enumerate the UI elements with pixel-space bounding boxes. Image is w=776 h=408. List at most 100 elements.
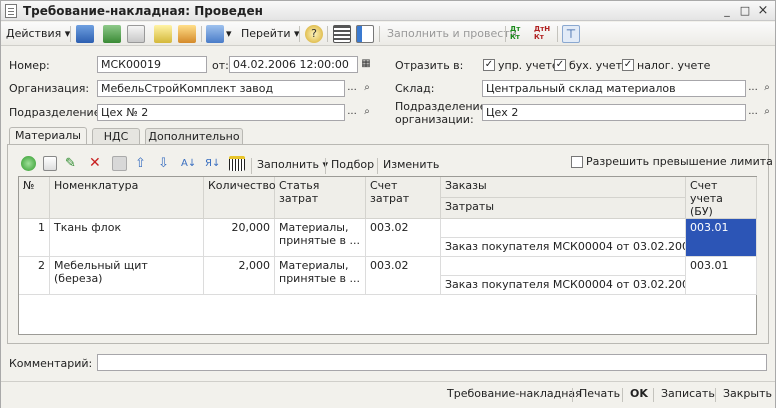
calendar-icon[interactable]: ▦ bbox=[359, 56, 373, 73]
table-cell-cost-item[interactable]: Материалы, принятые в ... bbox=[275, 219, 366, 257]
column-header-orders[interactable]: Заказы bbox=[441, 177, 686, 198]
organization-label: Организация: bbox=[9, 82, 90, 95]
tax-accounting-checkbox[interactable]: ✓ bbox=[622, 59, 634, 71]
table-cell-costs[interactable]: Заказ покупателя МСК00004 от 03.02.2006 … bbox=[441, 238, 686, 257]
move-up-icon[interactable]: ⇧ bbox=[135, 156, 150, 171]
invoice-print-form-button[interactable]: Требование-накладная bbox=[447, 387, 582, 400]
allow-exceed-limit-label: Разрешить превышение лимита bbox=[586, 155, 773, 168]
column-header-account-line2: (БУ) bbox=[690, 205, 713, 218]
tab-materials[interactable]: Материалы bbox=[9, 127, 87, 145]
new-document-icon[interactable] bbox=[76, 25, 94, 43]
organization-field[interactable]: МебельСтройКомплект завод bbox=[97, 80, 345, 97]
column-header-nomenclature[interactable]: Номенклатура bbox=[50, 177, 204, 219]
search-icon[interactable]: ⌕ bbox=[760, 104, 774, 121]
column-header-costs[interactable]: Затраты bbox=[441, 198, 686, 219]
change-button[interactable]: Изменить bbox=[383, 158, 439, 171]
select-button[interactable]: Подбор bbox=[331, 158, 374, 171]
document-icon bbox=[5, 4, 17, 18]
number-field[interactable]: МСК00019 bbox=[97, 56, 207, 73]
cost-item-line1: Материалы, bbox=[279, 259, 349, 272]
mgmt-accounting-checkbox[interactable]: ✓ bbox=[483, 59, 495, 71]
fill-and-post-button[interactable]: Заполнить и провести bbox=[387, 24, 517, 44]
search-icon[interactable]: ⌕ bbox=[360, 80, 374, 97]
tab-vat[interactable]: НДС bbox=[92, 128, 140, 145]
structure-icon[interactable] bbox=[333, 25, 351, 43]
table-cell-quantity[interactable]: 2,000 bbox=[204, 257, 275, 295]
table-cell-nomenclature[interactable]: Ткань флок bbox=[50, 219, 204, 257]
goto-menu[interactable]: Перейти ▾ bbox=[241, 24, 300, 44]
toolbar-separator bbox=[70, 26, 71, 42]
dt-kt-button[interactable]: Дт Кт bbox=[510, 25, 520, 45]
unpost-document-icon[interactable] bbox=[178, 25, 196, 43]
toolbar-separator bbox=[299, 26, 300, 42]
edit-row-icon[interactable]: ✎ bbox=[65, 156, 80, 171]
close-form-button[interactable]: Закрыть bbox=[723, 387, 772, 400]
department-select-button[interactable]: ... bbox=[345, 104, 359, 121]
refresh-icon[interactable] bbox=[103, 25, 121, 43]
table-cell-nomenclature[interactable]: Мебельный щит (береза) bbox=[50, 257, 204, 295]
allow-exceed-limit-checkbox[interactable] bbox=[571, 156, 583, 168]
bookkeeping-checkbox[interactable]: ✓ bbox=[554, 59, 566, 71]
org-department-select-button[interactable]: ... bbox=[746, 104, 760, 121]
toolbar-separator bbox=[505, 26, 506, 42]
table-cell-cost-account[interactable]: 003.02 bbox=[366, 257, 441, 295]
print-button[interactable]: Печать bbox=[579, 387, 620, 400]
organization-select-button[interactable]: ... bbox=[345, 80, 359, 97]
comment-field[interactable] bbox=[97, 354, 767, 371]
search-icon[interactable]: ⌕ bbox=[760, 80, 774, 97]
table-cell-order[interactable] bbox=[441, 257, 686, 276]
window-title: Требование-накладная: Проведен bbox=[23, 4, 263, 18]
copy-icon[interactable] bbox=[127, 25, 145, 43]
column-header-num[interactable]: № bbox=[19, 177, 50, 219]
minimize-button[interactable]: _ bbox=[719, 3, 735, 18]
sort-ascending-icon[interactable]: A↓ bbox=[181, 156, 196, 171]
sort-descending-icon[interactable]: Я↓ bbox=[205, 156, 220, 171]
table-cell-account[interactable]: 003.01 bbox=[686, 257, 757, 295]
filter-icon[interactable]: ⊤ bbox=[562, 25, 580, 43]
org-department-field[interactable]: Цех 2 bbox=[482, 104, 746, 121]
table-cell-num[interactable]: 1 bbox=[19, 219, 50, 257]
fill-menu-label: Заполнить bbox=[257, 158, 319, 171]
ok-button[interactable]: OK bbox=[630, 387, 648, 400]
table-cell-quantity[interactable]: 20,000 bbox=[204, 219, 275, 257]
add-row-icon[interactable] bbox=[21, 156, 36, 171]
column-header-quantity[interactable]: Количество bbox=[204, 177, 276, 219]
grid-icon[interactable] bbox=[112, 156, 127, 171]
fill-menu[interactable]: Заполнить ▾ bbox=[257, 158, 328, 171]
move-down-icon[interactable]: ⇩ bbox=[158, 156, 173, 171]
toolbar-separator bbox=[379, 26, 380, 42]
department-field[interactable]: Цех № 2 bbox=[97, 104, 345, 121]
column-header-cost-item[interactable]: Статья затрат bbox=[275, 177, 366, 219]
table-cell-order[interactable] bbox=[441, 219, 686, 238]
warehouse-field[interactable]: Центральный склад материалов bbox=[482, 80, 746, 97]
based-on-dropdown[interactable]: ▾ bbox=[226, 24, 232, 44]
based-on-icon[interactable] bbox=[206, 25, 224, 43]
checklist-icon[interactable] bbox=[356, 25, 374, 43]
table-cell-num[interactable]: 2 bbox=[19, 257, 50, 295]
materials-table[interactable]: № Номенклатура Количество Статья затрат … bbox=[18, 176, 757, 335]
dtn-kt-button[interactable]: ДтН Кт bbox=[534, 25, 550, 45]
warehouse-select-button[interactable]: ... bbox=[746, 80, 760, 97]
copy-row-icon[interactable] bbox=[43, 156, 57, 171]
table-cell-cost-item[interactable]: Материалы, принятые в ... bbox=[275, 257, 366, 295]
barcode-icon[interactable] bbox=[229, 156, 245, 171]
column-header-account[interactable]: Счет учета (БУ) bbox=[686, 177, 757, 219]
help-icon[interactable]: ? bbox=[305, 25, 323, 43]
delete-row-icon[interactable]: ✕ bbox=[89, 156, 104, 171]
save-button[interactable]: Записать bbox=[661, 387, 715, 400]
close-button[interactable]: × bbox=[755, 3, 771, 18]
goto-menu-label: Перейти bbox=[241, 27, 291, 40]
tab-additional[interactable]: Дополнительно bbox=[145, 128, 243, 145]
actions-menu[interactable]: Действия ▾ bbox=[6, 24, 70, 44]
table-cell-account[interactable]: 003.01 bbox=[686, 219, 757, 257]
column-header-cost-account[interactable]: Счет затрат bbox=[366, 177, 441, 219]
cost-item-line2: принятые в ... bbox=[279, 234, 360, 247]
maximize-button[interactable]: □ bbox=[737, 3, 753, 18]
cost-item-line1: Материалы, bbox=[279, 221, 349, 234]
date-field[interactable]: 04.02.2006 12:00:00 bbox=[229, 56, 358, 73]
table-cell-cost-account[interactable]: 003.02 bbox=[366, 219, 441, 257]
table-cell-costs[interactable]: Заказ покупателя МСК00004 от 03.02.2006 … bbox=[441, 276, 686, 295]
bookkeeping-label: бух. учете bbox=[569, 59, 629, 72]
post-document-icon[interactable] bbox=[154, 25, 172, 43]
search-icon[interactable]: ⌕ bbox=[360, 104, 374, 121]
